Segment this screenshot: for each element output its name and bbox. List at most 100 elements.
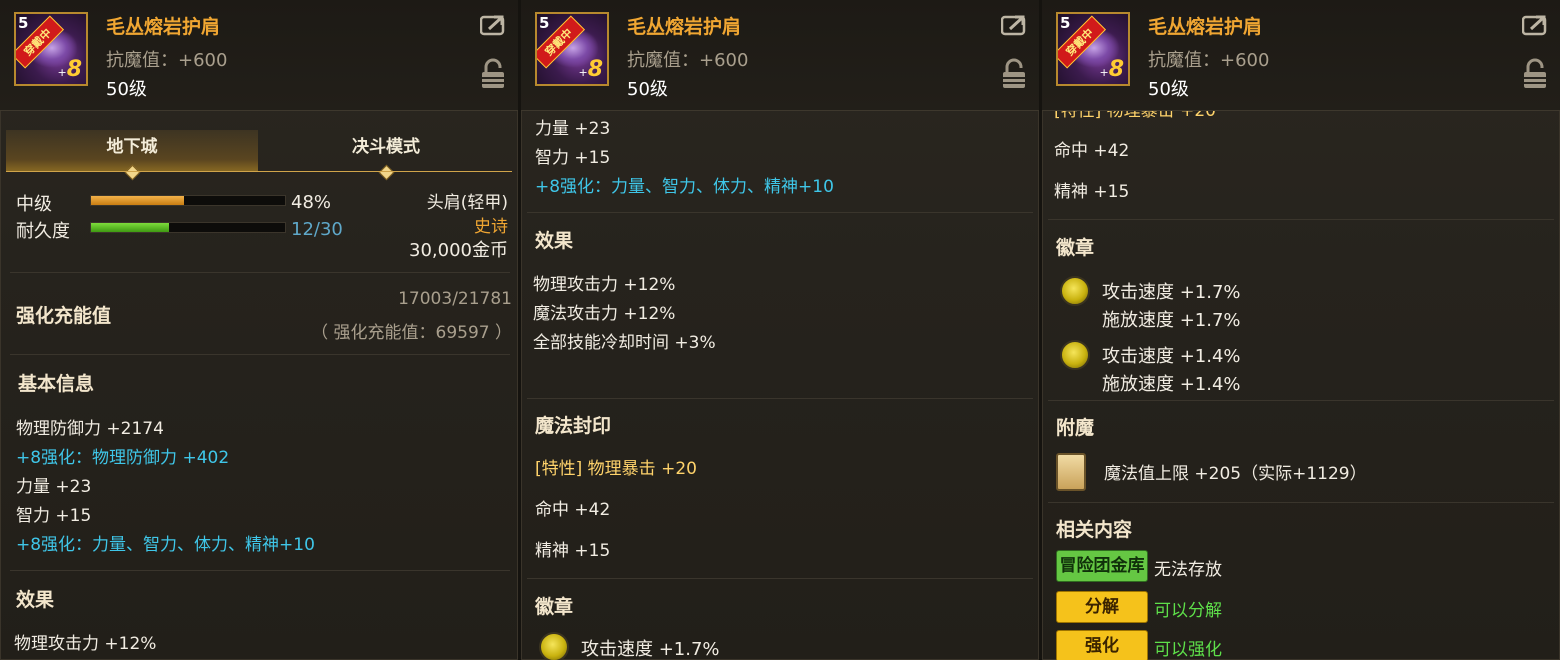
divider xyxy=(527,578,1033,579)
related-text: 可以分解 xyxy=(1154,601,1222,621)
related-text: 可以强化 xyxy=(1154,640,1222,660)
item-tooltip-panel-1: 5 穿戴中 +8 毛丛熔岩护肩 抗魔值：+600 50级 地下城 决斗模式 中级… xyxy=(0,0,518,660)
item-level: 50级 xyxy=(1148,79,1189,100)
emblem-line: 攻击速度 +1.7% xyxy=(581,639,720,660)
level-badge: 5 xyxy=(1060,14,1071,32)
seal-line: 命中 +42 xyxy=(535,500,611,520)
divider xyxy=(1048,502,1554,503)
enhance-badge: +8 xyxy=(57,57,82,82)
seal-line: [特性] 物理暴击 +20 xyxy=(535,459,697,479)
divider xyxy=(1048,400,1554,401)
medal-icon xyxy=(1060,340,1090,370)
grade-label: 中级 xyxy=(16,194,52,215)
share-icon[interactable] xyxy=(1001,14,1027,36)
seal-title: 魔法封印 xyxy=(535,415,612,437)
divider xyxy=(10,570,510,571)
divider xyxy=(527,212,1033,213)
grade-percent: 48% xyxy=(291,192,332,213)
item-level: 50级 xyxy=(106,79,147,100)
enhance-badge: +8 xyxy=(578,57,603,82)
divider xyxy=(10,272,510,273)
rarity: 史诗 xyxy=(474,217,508,237)
item-icon[interactable]: 5 穿戴中 +8 xyxy=(14,12,88,86)
stat-line: 智力 +15 xyxy=(535,148,611,168)
medal-icon xyxy=(1060,276,1090,306)
tab-indicator-icon xyxy=(124,164,141,181)
divider xyxy=(1048,219,1554,220)
divider xyxy=(527,398,1033,399)
emblem-line: 攻击速度 +1.4% xyxy=(1102,346,1241,367)
tag-enhance: 强化 xyxy=(1056,630,1148,660)
tag-adventure-vault: 冒险团金库 xyxy=(1056,550,1148,582)
basic-line: 智力 +15 xyxy=(16,506,92,526)
item-magic-resist: 抗魔值：+600 xyxy=(106,50,228,71)
basic-line: 力量 +23 xyxy=(16,477,92,497)
related-text: 无法存放 xyxy=(1154,560,1222,580)
tab-dungeon[interactable]: 地下城 xyxy=(6,130,258,181)
charge-title: 强化充能值 xyxy=(16,305,112,327)
item-header: 5 穿戴中 +8 毛丛熔岩护肩 抗魔值：+600 50级 xyxy=(0,0,518,111)
item-level: 50级 xyxy=(627,79,668,100)
stat-line: 命中 +42 xyxy=(1054,141,1130,161)
tab-underline xyxy=(6,171,512,172)
durability-bar-fill xyxy=(91,223,169,232)
level-badge: 5 xyxy=(539,14,550,32)
effect-line: 魔法攻击力 +12% xyxy=(533,304,676,324)
item-tooltip-panel-2: 5 穿戴中 +8 毛丛熔岩护肩 抗魔值：+600 50级 力量 +23 智力 +… xyxy=(521,0,1039,660)
durability-label: 耐久度 xyxy=(16,221,70,242)
mode-tabs: 地下城 决斗模式 xyxy=(6,130,512,181)
effect-line: 物理攻击力 +12% xyxy=(533,275,676,295)
effect-title: 效果 xyxy=(535,230,574,252)
item-magic-resist: 抗魔值：+600 xyxy=(1148,50,1270,71)
stat-line: 精神 +15 xyxy=(1054,182,1130,202)
share-icon[interactable] xyxy=(1522,14,1548,36)
effect-title: 效果 xyxy=(16,589,55,611)
item-name: 毛丛熔岩护肩 xyxy=(106,16,221,38)
lock-icon[interactable] xyxy=(1001,58,1027,90)
item-header: 5 穿戴中 +8 毛丛熔岩护肩 抗魔值：+600 50级 xyxy=(521,0,1039,111)
effect-line: 全部技能冷却时间 +3% xyxy=(533,333,716,353)
item-tooltip-panel-3: 5 穿戴中 +8 毛丛熔岩护肩 抗魔值：+600 50级 [特性] 物理暴击 +… xyxy=(1042,0,1560,660)
tab-pvp[interactable]: 决斗模式 xyxy=(260,130,512,181)
tag-disassemble: 分解 xyxy=(1056,591,1148,623)
seal-line: 精神 +15 xyxy=(535,541,611,561)
enchant-title: 附魔 xyxy=(1056,417,1095,439)
effect-line: 物理攻击力 +12% xyxy=(14,634,157,654)
item-magic-resist: 抗魔值：+600 xyxy=(627,50,749,71)
grade-bar-fill xyxy=(91,196,185,205)
share-icon[interactable] xyxy=(480,14,506,36)
item-name: 毛丛熔岩护肩 xyxy=(1148,16,1263,38)
lock-icon[interactable] xyxy=(480,58,506,90)
emblem-title: 徽章 xyxy=(1056,237,1095,259)
emblem-title: 徽章 xyxy=(535,596,574,618)
medal-icon xyxy=(539,632,569,660)
slot-type: 头肩(轻甲) xyxy=(426,193,508,213)
durability-bar xyxy=(90,222,286,233)
related-title: 相关内容 xyxy=(1056,519,1133,541)
basic-line: +8强化：物理防御力 +402 xyxy=(16,448,230,468)
tab-indicator-icon xyxy=(378,164,395,181)
basic-line: 物理防御力 +2174 xyxy=(16,419,164,439)
divider xyxy=(10,354,510,355)
stat-line: 力量 +23 xyxy=(535,119,611,139)
item-icon[interactable]: 5 穿戴中 +8 xyxy=(535,12,609,86)
emblem-line: 施放速度 +1.4% xyxy=(1102,374,1241,395)
emblem-line: 攻击速度 +1.7% xyxy=(1102,282,1241,303)
basic-line: +8强化：力量、智力、体力、精神+10 xyxy=(16,535,315,555)
enhance-badge: +8 xyxy=(1099,57,1124,82)
stat-line: +8强化：力量、智力、体力、精神+10 xyxy=(535,177,834,197)
level-badge: 5 xyxy=(18,14,29,32)
durability-value: 12/30 xyxy=(291,219,343,240)
item-icon[interactable]: 5 穿戴中 +8 xyxy=(1056,12,1130,86)
price: 30,000金币 xyxy=(409,240,508,261)
charge-detail: （ 强化充能值：69597 ） xyxy=(311,323,512,343)
lock-icon[interactable] xyxy=(1522,58,1548,90)
grade-bar xyxy=(90,195,286,206)
item-name: 毛丛熔岩护肩 xyxy=(627,16,742,38)
basic-info-title: 基本信息 xyxy=(18,373,95,395)
enchant-card-icon xyxy=(1056,453,1086,491)
enchant-text: 魔法值上限 +205（实际+1129） xyxy=(1104,464,1367,484)
item-header: 5 穿戴中 +8 毛丛熔岩护肩 抗魔值：+600 50级 xyxy=(1042,0,1560,111)
emblem-line: 施放速度 +1.7% xyxy=(1102,310,1241,331)
charge-value: 17003/21781 xyxy=(398,289,512,309)
